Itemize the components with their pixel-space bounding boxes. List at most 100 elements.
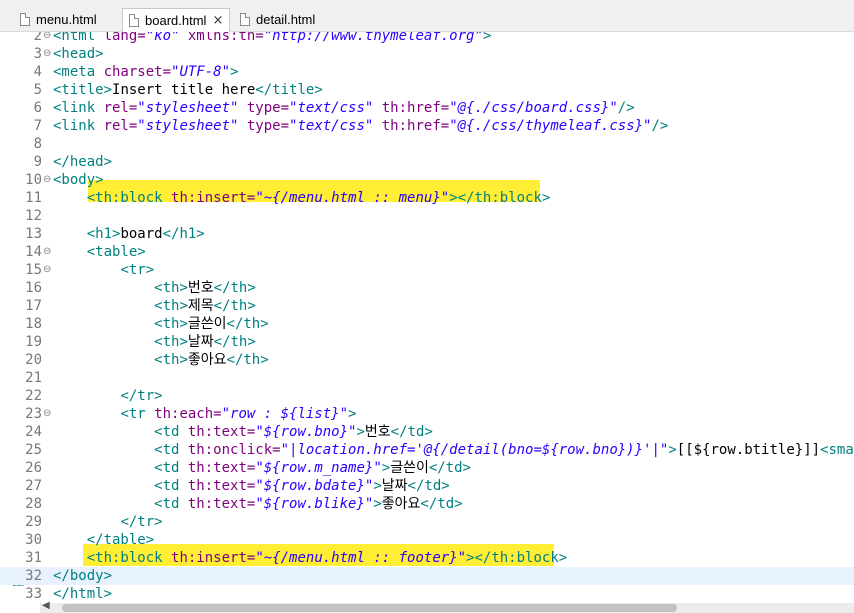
line-number: 9 [33, 154, 42, 170]
code-tag: </tr> [120, 388, 163, 404]
tab-board-html[interactable]: board.html × [122, 8, 230, 32]
code-line[interactable]: 13 <h1>board</h1> [0, 225, 854, 243]
code-line[interactable]: 29 </tr> [0, 513, 854, 531]
code-tag: </th> [213, 298, 256, 314]
fold-collapse-icon[interactable]: ⊖ [43, 261, 51, 279]
code-line[interactable]: 10 ⊖ <body> [0, 171, 854, 189]
code-tag: <td [154, 424, 188, 440]
code-line[interactable]: 2 ⊖ <html lang="ko" xmlns:th="http://www.t… [0, 32, 854, 45]
code-line[interactable]: 3 ⊖ <head> [0, 45, 854, 63]
code-line[interactable]: 9 </head> [0, 153, 854, 171]
code-line[interactable]: 4 <meta charset="UTF-8"> [0, 63, 854, 81]
html-file-icon [20, 13, 30, 26]
code-editor[interactable]: 2 ⊖ <html lang="ko" xmlns:th="http://www.t… [0, 32, 854, 603]
code-value: "${row.bdate}" [255, 478, 374, 494]
code-text: <tr th:each="row : ${list}"> [53, 405, 356, 423]
code-tag: </td> [420, 496, 463, 512]
code-content: Insert title here [112, 82, 256, 98]
code-tag: <th> [154, 298, 188, 314]
horizontal-scrollbar[interactable]: ◀ [40, 600, 854, 613]
code-text: <title>Insert title here</title> [53, 81, 323, 99]
tab-label: menu.html [36, 12, 97, 27]
code-line[interactable]: 30 </table> [0, 531, 854, 549]
code-tag: <th> [154, 352, 188, 368]
code-content [53, 496, 154, 512]
code-text: </body> [53, 567, 112, 585]
code-value: "text/css" [289, 100, 374, 116]
code-tag: <html [53, 32, 104, 44]
code-line[interactable]: 32 </body> [0, 567, 854, 585]
code-text: <th:block th:insert="~{/menu.html :: men… [53, 189, 551, 207]
code-attribute: th:insert= [171, 550, 256, 566]
code-tag: <td [154, 496, 188, 512]
code-line[interactable]: 22 </tr> [0, 387, 854, 405]
code-value: "UTF-8" [171, 64, 231, 80]
code-line[interactable]: 11 <th:block th:insert="~{/menu.html :: … [0, 189, 854, 207]
close-icon[interactable]: × [211, 9, 225, 33]
code-text: </table> [53, 531, 154, 549]
code-line[interactable]: 21 [0, 369, 854, 387]
editor-tab-bar: menu.html board.html × detail.html [0, 0, 854, 32]
tab-menu-html[interactable]: menu.html [14, 8, 118, 32]
code-line[interactable]: 28 <td th:text="${row.blike}">좋아요</td> [0, 495, 854, 513]
code-line[interactable]: 18 <th>글쓴이</th> [0, 315, 854, 333]
fold-collapse-icon[interactable]: ⊖ [43, 171, 51, 189]
code-line[interactable]: 19 <th>날짜</th> [0, 333, 854, 351]
code-line[interactable]: 23 ⊖ <tr th:each="row : ${list}"> [0, 405, 854, 423]
html-file-icon [240, 13, 250, 26]
line-number: 8 [33, 136, 42, 152]
code-line[interactable]: 16 <th>번호</th> [0, 279, 854, 297]
code-line[interactable]: 26 <td th:text="${row.m_name}">글쓴이</td> [0, 459, 854, 477]
code-line[interactable]: 7 <link rel="stylesheet" type="text/css" … [0, 117, 854, 135]
code-content [53, 442, 154, 458]
code-text: <head> [53, 45, 104, 63]
code-line[interactable]: 17 <th>제목</th> [0, 297, 854, 315]
fold-collapse-icon[interactable]: ⊖ [43, 32, 51, 45]
fold-collapse-icon[interactable]: ⊖ [43, 45, 51, 63]
tab-label: board.html [145, 13, 207, 28]
code-line[interactable]: 25 <td th:onclick="|location.href='@{/de… [0, 441, 854, 459]
code-line[interactable]: 14 ⊖ <table> [0, 243, 854, 261]
line-number: 25 [25, 442, 42, 458]
code-attribute: type= [238, 100, 290, 116]
code-attribute: th:text= [187, 478, 256, 494]
line-number: 27 [25, 478, 42, 494]
code-line[interactable]: 24 <td th:text="${row.bno}">번호</td> [0, 423, 854, 441]
code-tag: <title> [53, 82, 113, 98]
code-content: 좋아요 [381, 496, 421, 512]
code-text: <th>번호</th> [53, 279, 256, 297]
code-line[interactable]: 12 [0, 207, 854, 225]
code-line[interactable]: 27 <td th:text="${row.bdate}">날짜</td> [0, 477, 854, 495]
scroll-left-arrow-icon[interactable]: ◀ [42, 600, 50, 611]
code-content [53, 514, 120, 530]
code-content [53, 334, 154, 350]
code-line[interactable]: 20 <th>좋아요</th> [0, 351, 854, 369]
line-number: 14 [25, 244, 42, 260]
code-text: <th:block th:insert="~{/menu.html :: foo… [53, 549, 567, 567]
code-text: <h1>board</h1> [53, 225, 205, 243]
code-text: <th>날짜</th> [53, 333, 256, 351]
code-line[interactable]: 33 </html> [0, 585, 854, 603]
fold-collapse-icon[interactable]: ⊖ [43, 405, 51, 423]
code-tag: </table> [86, 532, 155, 548]
code-value: "${row.blike}" [255, 496, 374, 512]
code-attribute: th:text= [187, 460, 256, 476]
code-content [53, 352, 154, 368]
code-text: <th>제목</th> [53, 297, 256, 315]
code-text: <link rel="stylesheet" type="text/css" t… [53, 117, 668, 135]
line-number: 12 [25, 208, 42, 224]
code-tag: </th> [226, 316, 269, 332]
code-content: 날짜 [187, 334, 214, 350]
scrollbar-thumb[interactable] [62, 604, 677, 612]
code-line[interactable]: 5 <title>Insert title here</title> [0, 81, 854, 99]
code-value: "${row.bno}" [255, 424, 357, 440]
code-line[interactable]: 6 <link rel="stylesheet" type="text/css" … [0, 99, 854, 117]
tab-detail-html[interactable]: detail.html [234, 8, 330, 32]
code-line[interactable]: 15 ⊖ <tr> [0, 261, 854, 279]
code-tag: > [373, 496, 382, 512]
code-line[interactable]: 31 <th:block th:insert="~{/menu.html :: … [0, 549, 854, 567]
code-content: 글쓴이 [390, 460, 429, 476]
fold-collapse-icon[interactable]: ⊖ [43, 243, 51, 261]
code-line[interactable]: 8 [0, 135, 854, 153]
code-content: 글쓴이 [187, 316, 227, 332]
